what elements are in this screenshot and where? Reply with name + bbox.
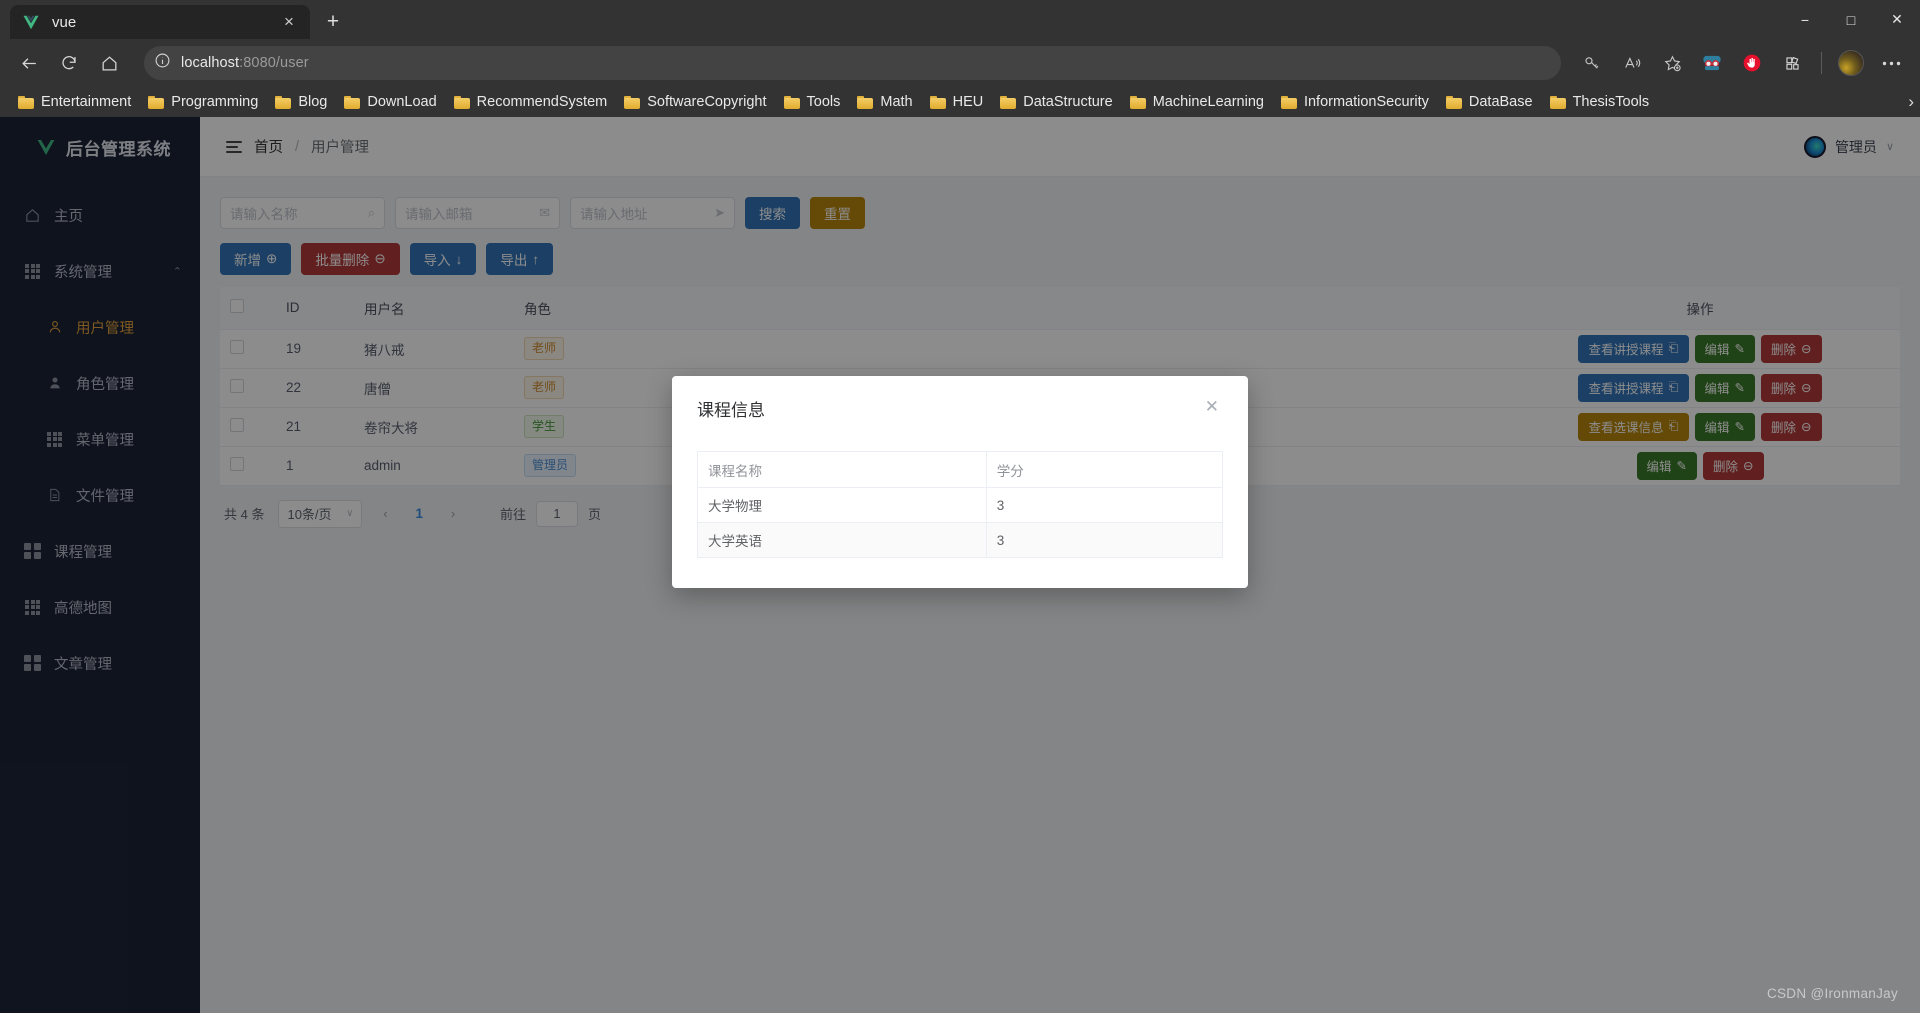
bookmarks-overflow-icon[interactable]: › <box>1908 92 1914 112</box>
folder-icon <box>1550 96 1566 109</box>
window-close-icon[interactable]: ✕ <box>1874 0 1920 39</box>
bookmark-item[interactable]: ThesisTools <box>1542 91 1658 113</box>
browser-titlebar: vue × + − □ ✕ <box>0 0 1920 39</box>
profile-avatar[interactable] <box>1832 44 1870 82</box>
folder-icon <box>1446 96 1462 109</box>
close-icon[interactable]: ✕ <box>1201 396 1223 417</box>
read-aloud-icon[interactable] <box>1613 44 1651 82</box>
maximize-icon[interactable]: □ <box>1828 0 1874 39</box>
dialog-title: 课程信息 <box>697 396 765 421</box>
col-credit: 学分 <box>986 452 1222 488</box>
folder-icon <box>784 96 800 109</box>
course-row: 大学英语3 <box>698 523 1223 558</box>
vue-logo-icon <box>20 12 42 32</box>
folder-icon <box>344 96 360 109</box>
url-path: :8080/user <box>239 55 309 71</box>
bookmark-label: Blog <box>298 94 327 110</box>
bookmark-item[interactable]: DataStructure <box>992 91 1120 113</box>
course-credit: 3 <box>986 523 1222 558</box>
url-host: localhost <box>181 55 239 71</box>
bookmark-item[interactable]: HEU <box>922 91 992 113</box>
course-table: 课程名称 学分 大学物理3大学英语3 <box>697 451 1223 558</box>
browser-tab[interactable]: vue × <box>10 5 310 39</box>
address-bar[interactable]: localhost:8080/user <box>144 46 1561 80</box>
browser-window: vue × + − □ ✕ localhost:8080/user <box>0 0 1920 1013</box>
course-credit: 3 <box>986 488 1222 523</box>
bookmark-label: Tools <box>807 94 841 110</box>
course-info-dialog: 课程信息 ✕ 课程名称 学分 大学物理3大学英语3 <box>672 376 1248 588</box>
folder-icon <box>454 96 470 109</box>
back-icon[interactable] <box>10 44 48 82</box>
bookmark-label: RecommendSystem <box>477 94 608 110</box>
bookmark-label: MachineLearning <box>1153 94 1264 110</box>
bookmark-item[interactable]: InformationSecurity <box>1273 91 1437 113</box>
bookmark-item[interactable]: SoftwareCopyright <box>616 91 774 113</box>
folder-icon <box>1000 96 1016 109</box>
bookmark-item[interactable]: Blog <box>267 91 335 113</box>
bookmark-item[interactable]: Tools <box>776 91 849 113</box>
bookmark-item[interactable]: Math <box>849 91 920 113</box>
bookmark-label: SoftwareCopyright <box>647 94 766 110</box>
navbar-right-icons <box>1573 44 1910 82</box>
folder-icon <box>148 96 164 109</box>
course-table-header-row: 课程名称 学分 <box>698 452 1223 488</box>
extension-robot-icon[interactable] <box>1693 44 1731 82</box>
bookmark-label: Programming <box>171 94 258 110</box>
folder-icon <box>18 96 34 109</box>
key-icon[interactable] <box>1573 44 1611 82</box>
browser-navbar: localhost:8080/user <box>0 39 1920 87</box>
course-name: 大学物理 <box>698 488 987 523</box>
close-icon[interactable]: × <box>278 12 300 32</box>
col-course-name: 课程名称 <box>698 452 987 488</box>
bookmark-item[interactable]: DataBase <box>1438 91 1541 113</box>
adblock-icon[interactable] <box>1733 44 1771 82</box>
folder-icon <box>857 96 873 109</box>
folder-icon <box>930 96 946 109</box>
app-root: 后台管理系统 主页系统管理⌃用户管理角色管理菜单管理文件管理课程管理高德地图文章… <box>0 117 1920 1013</box>
url-text: localhost:8080/user <box>181 55 309 71</box>
new-tab-button[interactable]: + <box>316 7 350 37</box>
bookmark-label: Entertainment <box>41 94 131 110</box>
bookmarks-bar: Entertainment Programming Blog DownLoad Reco… <box>0 87 1920 117</box>
folder-icon <box>1281 96 1297 109</box>
bookmark-label: InformationSecurity <box>1304 94 1429 110</box>
bookmark-item[interactable]: MachineLearning <box>1122 91 1272 113</box>
reload-icon[interactable] <box>50 44 88 82</box>
minimize-icon[interactable]: − <box>1782 0 1828 39</box>
window-controls: − □ ✕ <box>1782 0 1920 39</box>
bookmark-item[interactable]: Programming <box>140 91 266 113</box>
more-icon[interactable] <box>1872 44 1910 82</box>
watermark: CSDN @IronmanJay <box>1767 986 1898 1001</box>
course-row: 大学物理3 <box>698 488 1223 523</box>
toolbar-divider <box>1821 52 1822 74</box>
home-icon[interactable] <box>90 44 128 82</box>
bookmark-label: Math <box>880 94 912 110</box>
info-icon[interactable] <box>154 52 171 74</box>
bookmark-item[interactable]: Entertainment <box>10 91 139 113</box>
tab-title: vue <box>52 14 268 31</box>
dialog-header: 课程信息 ✕ <box>697 396 1223 421</box>
collections-icon[interactable] <box>1773 44 1811 82</box>
add-favorite-icon[interactable] <box>1653 44 1691 82</box>
course-name: 大学英语 <box>698 523 987 558</box>
folder-icon <box>1130 96 1146 109</box>
bookmark-item[interactable]: DownLoad <box>336 91 444 113</box>
bookmark-label: HEU <box>953 94 984 110</box>
bookmark-item[interactable]: RecommendSystem <box>446 91 616 113</box>
bookmark-label: DownLoad <box>367 94 436 110</box>
bookmark-label: DataStructure <box>1023 94 1112 110</box>
folder-icon <box>624 96 640 109</box>
bookmark-label: DataBase <box>1469 94 1533 110</box>
dialog-body: 课程名称 学分 大学物理3大学英语3 <box>697 451 1223 558</box>
bookmark-label: ThesisTools <box>1573 94 1650 110</box>
folder-icon <box>275 96 291 109</box>
